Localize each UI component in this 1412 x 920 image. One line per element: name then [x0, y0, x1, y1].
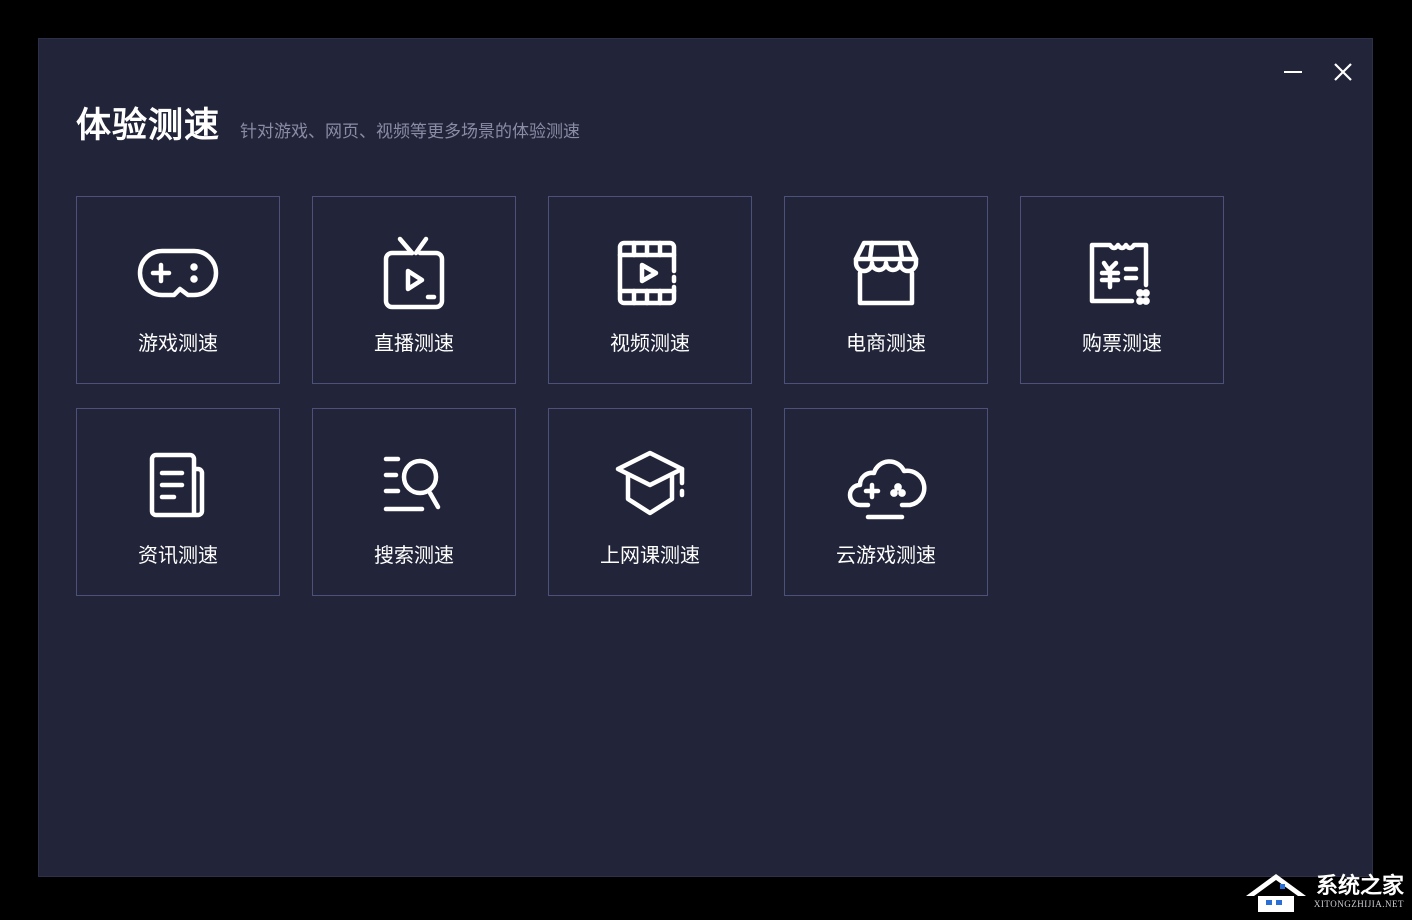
tile-ecommerce-speedtest[interactable]: 电商测速: [784, 196, 988, 384]
tile-live-speedtest[interactable]: 直播测速: [312, 196, 516, 384]
store-icon: [844, 231, 928, 315]
minimize-icon: [1284, 71, 1302, 73]
graduation-cap-icon: [608, 443, 692, 527]
close-icon: [1334, 63, 1352, 81]
tile-game-speedtest[interactable]: 游戏测速: [76, 196, 280, 384]
tile-label: 直播测速: [374, 331, 454, 355]
tile-news-speedtest[interactable]: 资讯测速: [76, 408, 280, 596]
close-button[interactable]: [1328, 57, 1358, 87]
tile-search-speedtest[interactable]: 搜索测速: [312, 408, 516, 596]
tile-cloud-game-speedtest[interactable]: 云游戏测速: [784, 408, 988, 596]
tile-label: 资讯测速: [138, 543, 218, 567]
tile-label: 视频测速: [610, 331, 690, 355]
page-header: 体验测速 针对游戏、网页、视频等更多场景的体验测速: [76, 97, 580, 148]
window-controls: [1278, 57, 1358, 87]
search-icon: [372, 443, 456, 527]
tv-icon: [372, 231, 456, 315]
tile-online-class-speedtest[interactable]: 上网课测速: [548, 408, 752, 596]
page-title: 体验测速: [76, 106, 221, 146]
minimize-button[interactable]: [1278, 57, 1308, 87]
page-subtitle: 针对游戏、网页、视频等更多场景的体验测速: [240, 122, 581, 142]
watermark-title: 系统之家: [1315, 874, 1404, 899]
film-icon: [608, 231, 692, 315]
watermark-text: 系统之家 XITONGZHIJIA.NET: [1313, 874, 1404, 910]
tile-label: 搜索测速: [374, 543, 454, 567]
speedtest-grid: 游戏测速 直播测速 视频测速 电商测速 购票测速 资讯测速 搜索测速 上网课测速…: [76, 196, 1224, 596]
cloud-gamepad-icon: [844, 443, 928, 527]
tile-ticket-speedtest[interactable]: 购票测速: [1020, 196, 1224, 384]
tile-label: 电商测速: [846, 331, 926, 355]
tile-label: 游戏测速: [138, 331, 218, 355]
tile-label: 购票测速: [1082, 331, 1162, 355]
ticket-icon: [1080, 231, 1164, 315]
tile-video-speedtest[interactable]: 视频测速: [548, 196, 752, 384]
news-icon: [136, 443, 220, 527]
site-watermark: 系统之家 XITONGZHIJIA.NET: [1242, 870, 1404, 914]
house-logo-icon: [1245, 874, 1306, 912]
watermark-url: XITONGZHIJIA.NET: [1313, 899, 1404, 909]
tile-label: 上网课测速: [600, 543, 700, 567]
gamepad-icon: [136, 231, 220, 315]
tile-label: 云游戏测速: [836, 543, 936, 567]
speedtest-window: 体验测速 针对游戏、网页、视频等更多场景的体验测速 游戏测速 直播测速 视频测速…: [38, 38, 1373, 877]
